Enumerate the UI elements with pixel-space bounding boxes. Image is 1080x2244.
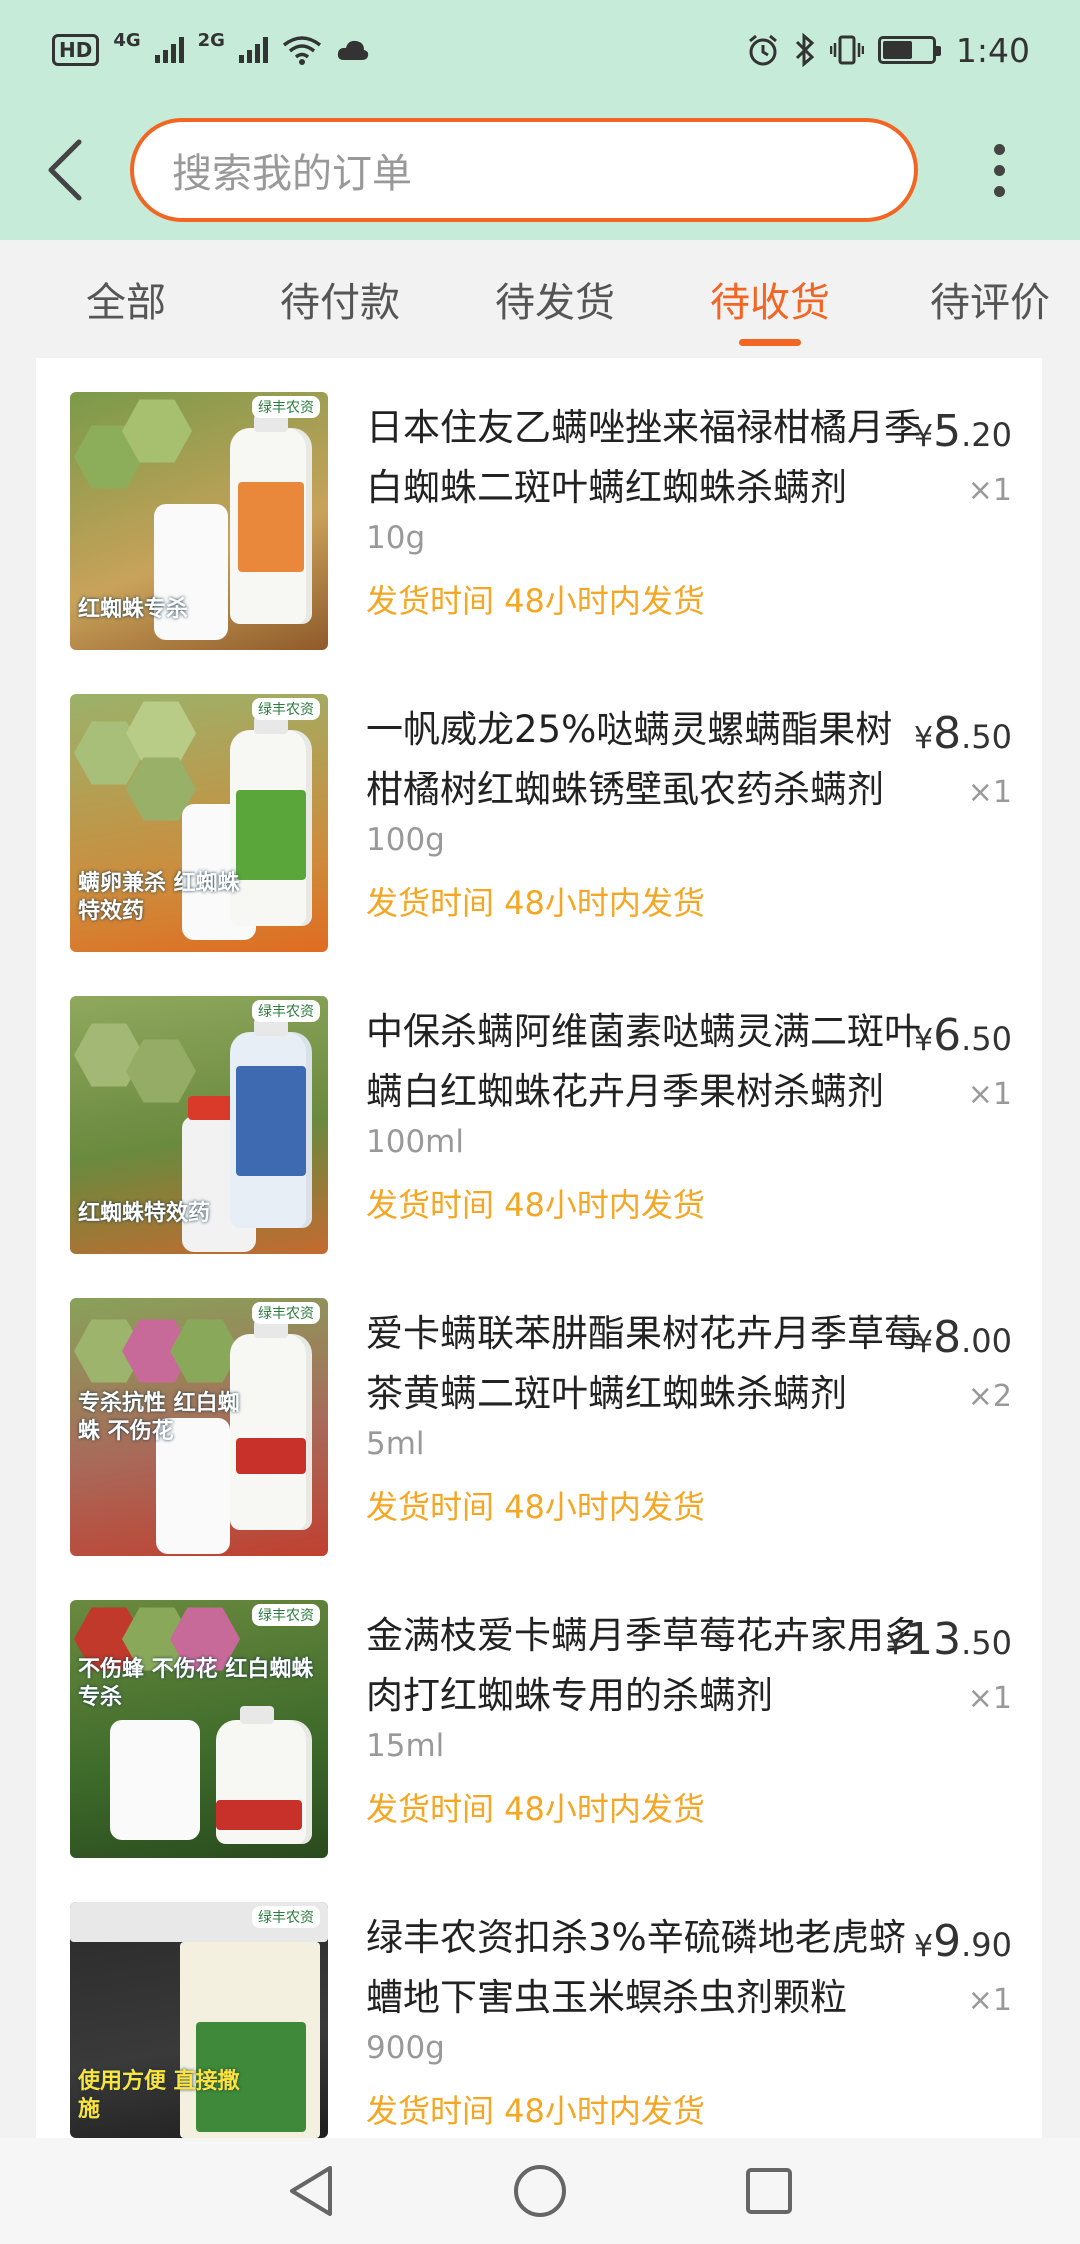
- signal-icon: [238, 37, 268, 63]
- tab-pending-review[interactable]: 待评价: [915, 240, 1065, 358]
- alarm-icon: [748, 34, 777, 66]
- order-item[interactable]: 绿丰农资 使用方便 直接撒施 绿丰农资扣杀3%辛硫磷地老虎蛴螬地下害虫玉米螟杀虫…: [36, 1868, 1042, 2138]
- tab-label: 待收货: [710, 280, 830, 326]
- tab-label: 待付款: [280, 280, 400, 326]
- clock: 1:40: [955, 30, 1030, 70]
- active-tab-indicator: [739, 339, 801, 346]
- product-quantity: ×1: [967, 775, 1012, 810]
- shipping-time: 发货时间 48小时内发货: [366, 582, 705, 620]
- tab-pending-shipment[interactable]: 待发货: [485, 240, 625, 358]
- status-left: HD 4G 2G: [52, 30, 370, 66]
- bluetooth-icon: [795, 33, 815, 67]
- more-button[interactable]: [918, 100, 1080, 240]
- product-title[interactable]: 日本住友乙螨唑挫来福禄柑橘月季白蜘蛛二斑叶螨红蜘蛛杀螨剂: [366, 398, 926, 518]
- product-spec: 15ml: [366, 1728, 445, 1764]
- product-thumbnail[interactable]: 绿丰农资 专杀抗性 红白蜘蛛 不伤花: [70, 1298, 328, 1556]
- order-item[interactable]: 绿丰农资 不伤蜂 不伤花 红白蜘蛛专杀 金满枝爱卡螨月季草莓花卉家用多肉打红蜘蛛…: [36, 1566, 1042, 1868]
- product-thumbnail[interactable]: 绿丰农资 不伤蜂 不伤花 红白蜘蛛专杀: [70, 1600, 328, 1858]
- product-quantity: ×2: [967, 1379, 1012, 1414]
- order-item[interactable]: 绿丰农资 红蜘蛛特效药 中保杀螨阿维菌素哒螨灵满二斑叶螨白红蜘蛛花卉月季果树杀螨…: [36, 962, 1042, 1264]
- shipping-time: 发货时间 48小时内发货: [366, 884, 705, 922]
- product-price: ¥13.50: [886, 1614, 1012, 1665]
- order-page: HD 4G 2G 1:40 搜索我的订单 全部 待付款 待发货 待收货 待评价 …: [0, 0, 1080, 2244]
- tab-label: 待评价: [930, 280, 1050, 326]
- status-bar: HD 4G 2G 1:40: [0, 0, 1080, 100]
- product-spec: 5ml: [366, 1426, 425, 1462]
- shipping-time: 发货时间 48小时内发货: [366, 1790, 705, 1828]
- network-type-4g: 4G: [113, 29, 141, 51]
- more-vertical-icon: [993, 143, 1005, 155]
- thumbnail-caption: 不伤蜂 不伤花 红白蜘蛛专杀: [78, 1657, 314, 1710]
- product-title[interactable]: 爱卡螨联苯肼酯果树花卉月季草莓茶黄螨二斑叶螨红蜘蛛杀螨剂: [366, 1304, 926, 1424]
- tab-label: 全部: [86, 280, 166, 326]
- product-title[interactable]: 金满枝爱卡螨月季草莓花卉家用多肉打红蜘蛛专用的杀螨剂: [366, 1606, 926, 1726]
- brand-badge: 绿丰农资: [252, 396, 320, 418]
- product-price: ¥5.20: [914, 406, 1012, 457]
- system-nav-bar: [0, 2138, 1080, 2244]
- product-thumbnail[interactable]: 绿丰农资 使用方便 直接撒施: [70, 1902, 328, 2138]
- status-right: 1:40: [746, 31, 1030, 70]
- order-item[interactable]: 绿丰农资 专杀抗性 红白蜘蛛 不伤花 爱卡螨联苯肼酯果树花卉月季草莓茶黄螨二斑叶…: [36, 1264, 1042, 1566]
- cloud-icon: [337, 40, 369, 60]
- product-spec: 100ml: [366, 1124, 464, 1160]
- thumbnail-caption: 专杀抗性 红白蜘蛛 不伤花: [78, 1391, 240, 1444]
- thumbnail-caption: 使用方便 直接撒施: [78, 2069, 240, 2122]
- brand-badge: 绿丰农资: [252, 1302, 320, 1324]
- wifi-icon: [282, 36, 322, 65]
- shipping-time: 发货时间 48小时内发货: [366, 1186, 705, 1224]
- product-title[interactable]: 绿丰农资扣杀3%辛硫磷地老虎蛴螬地下害虫玉米螟杀虫剂颗粒: [366, 1908, 926, 2028]
- product-thumbnail[interactable]: 绿丰农资 螨卵兼杀 红蜘蛛特效药: [70, 694, 328, 952]
- product-thumbnail[interactable]: 绿丰农资 红蜘蛛专杀: [70, 392, 328, 650]
- signal-icon: [154, 37, 184, 63]
- network-type-2g: 2G: [197, 29, 225, 51]
- brand-badge: 绿丰农资: [252, 1604, 320, 1626]
- order-item[interactable]: 绿丰农资 螨卵兼杀 红蜘蛛特效药 一帆威龙25%哒螨灵螺螨酯果树柑橘树红蜘蛛锈壁…: [36, 660, 1042, 962]
- product-price: ¥9.90: [914, 1916, 1012, 1967]
- tab-label: 待发货: [495, 280, 615, 326]
- product-spec: 10g: [366, 520, 426, 556]
- tab-all[interactable]: 全部: [66, 240, 186, 358]
- product-thumbnail[interactable]: 绿丰农资 红蜘蛛特效药: [70, 996, 328, 1254]
- product-price: ¥8.50: [914, 708, 1012, 759]
- tab-pending-receipt[interactable]: 待收货: [700, 240, 840, 358]
- nav-buttons: [290, 2165, 792, 2217]
- search-placeholder: 搜索我的订单: [172, 151, 412, 197]
- tab-pending-payment[interactable]: 待付款: [270, 240, 410, 358]
- product-price: ¥6.50: [914, 1010, 1012, 1061]
- thumbnail-caption: 螨卵兼杀 红蜘蛛特效药: [78, 871, 240, 924]
- hd-icon: HD: [52, 34, 100, 66]
- back-button[interactable]: [0, 100, 130, 240]
- product-quantity: ×1: [967, 1681, 1012, 1716]
- product-spec: 100g: [366, 822, 445, 858]
- product-price: ¥8.00: [914, 1312, 1012, 1363]
- product-title[interactable]: 一帆威龙25%哒螨灵螺螨酯果树柑橘树红蜘蛛锈壁虱农药杀螨剂: [366, 700, 926, 820]
- thumbnail-caption: 红蜘蛛专杀: [78, 597, 189, 622]
- search-input[interactable]: 搜索我的订单: [130, 118, 918, 222]
- back-triangle-icon[interactable]: [290, 2166, 332, 2216]
- home-circle-icon[interactable]: [514, 2165, 566, 2217]
- order-list: 绿丰农资 红蜘蛛专杀 日本住友乙螨唑挫来福禄柑橘月季白蜘蛛二斑叶螨红蜘蛛杀螨剂 …: [36, 358, 1042, 2138]
- top-bar: 搜索我的订单: [0, 100, 1080, 240]
- product-quantity: ×1: [967, 473, 1012, 508]
- order-item[interactable]: 绿丰农资 红蜘蛛专杀 日本住友乙螨唑挫来福禄柑橘月季白蜘蛛二斑叶螨红蜘蛛杀螨剂 …: [36, 358, 1042, 660]
- shipping-time: 发货时间 48小时内发货: [366, 1488, 705, 1526]
- brand-badge: 绿丰农资: [252, 1000, 320, 1022]
- vibrate-icon: [829, 35, 864, 65]
- product-quantity: ×1: [967, 1077, 1012, 1112]
- order-tabs: 全部 待付款 待发货 待收货 待评价: [0, 240, 1080, 358]
- thumbnail-caption: 红蜘蛛特效药: [78, 1201, 211, 1226]
- battery-icon: [877, 36, 941, 64]
- product-title[interactable]: 中保杀螨阿维菌素哒螨灵满二斑叶螨白红蜘蛛花卉月季果树杀螨剂: [366, 1002, 926, 1122]
- brand-badge: 绿丰农资: [252, 698, 320, 720]
- brand-badge: 绿丰农资: [252, 1906, 320, 1928]
- recents-square-icon[interactable]: [746, 2168, 792, 2214]
- chevron-left-icon: [48, 139, 82, 201]
- shipping-time: 发货时间 48小时内发货: [366, 2092, 705, 2130]
- product-spec: 900g: [366, 2030, 445, 2066]
- product-quantity: ×1: [967, 1983, 1012, 2018]
